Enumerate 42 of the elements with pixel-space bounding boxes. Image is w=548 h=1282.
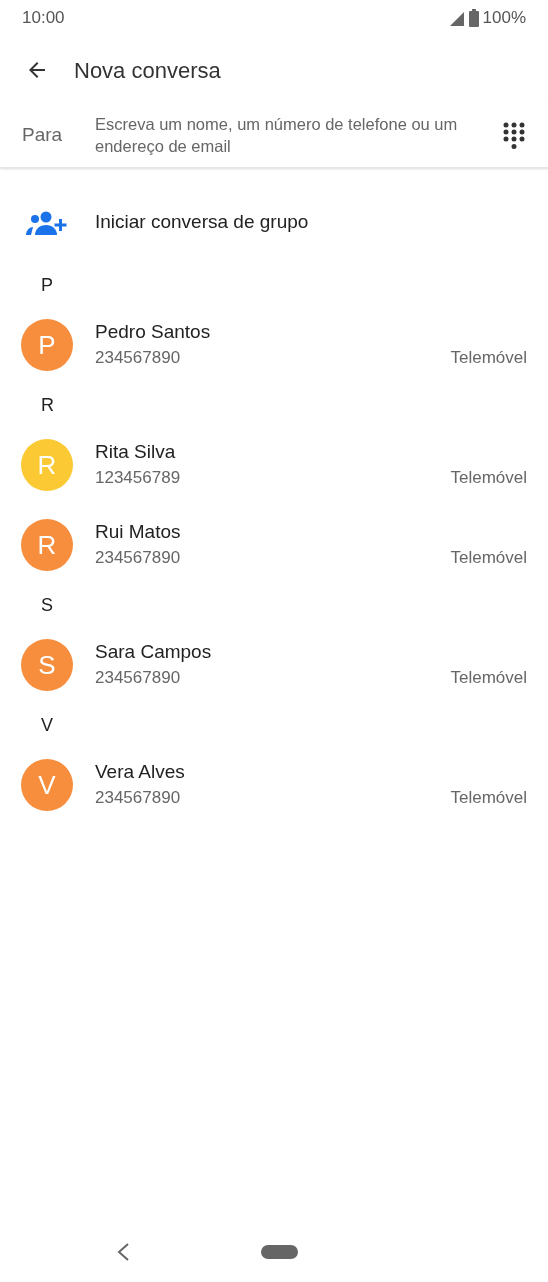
home-pill[interactable] bbox=[261, 1245, 298, 1259]
contact-number: 234567890 bbox=[95, 667, 181, 689]
to-label: Para bbox=[22, 123, 64, 148]
contact-name: Sara Campos bbox=[95, 640, 213, 664]
number-type: Telemóvel bbox=[450, 787, 527, 809]
dialpad-icon bbox=[503, 121, 525, 150]
group-conversation-item[interactable]: Iniciar conversa de grupo bbox=[0, 168, 548, 265]
number-type: Telemóvel bbox=[450, 347, 527, 369]
contact-item[interactable]: R Rita Silva 123456789 Telemóvel bbox=[0, 425, 548, 505]
add-group-icon bbox=[26, 210, 68, 235]
section-letter: S bbox=[41, 593, 53, 617]
contact-number: 234567890 bbox=[95, 787, 181, 809]
battery-icon bbox=[468, 9, 479, 27]
contact-name: Vera Alves bbox=[95, 760, 186, 784]
contact-name: Rui Matos bbox=[95, 520, 182, 544]
screen-title: Nova conversa bbox=[74, 56, 221, 85]
contact-item[interactable]: S Sara Campos 234567890 Telemóvel bbox=[0, 625, 548, 705]
contact-avatar: V bbox=[21, 759, 73, 811]
contact-name: Pedro Santos bbox=[95, 320, 212, 344]
status-time: 10:00 bbox=[22, 7, 65, 30]
section-letter: R bbox=[41, 393, 54, 417]
contact-item[interactable]: R Rui Matos 234567890 Telemóvel bbox=[0, 505, 548, 585]
number-type: Telemóvel bbox=[450, 467, 527, 489]
recipient-field[interactable]: Escreva um nome, um número de telefone ou um endereço de email bbox=[95, 112, 488, 159]
group-conversation-label: Iniciar conversa de grupo bbox=[95, 210, 309, 235]
contact-item[interactable]: P Pedro Santos 234567890 Telemóvel bbox=[0, 305, 548, 385]
contact-number: 234567890 bbox=[95, 547, 181, 569]
section-letter: V bbox=[41, 713, 53, 737]
contact-item[interactable]: V Vera Alves 234567890 Telemóvel bbox=[0, 745, 548, 825]
number-type: Telemóvel bbox=[450, 547, 527, 569]
contact-name: Rita Silva bbox=[95, 440, 177, 464]
contact-avatar: R bbox=[21, 439, 73, 491]
section-letter: P bbox=[41, 273, 53, 297]
nav-back-icon[interactable] bbox=[116, 1242, 130, 1262]
contact-number: 123456789 bbox=[95, 467, 181, 489]
battery-level: 100% bbox=[482, 7, 526, 30]
contact-avatar: P bbox=[21, 319, 73, 371]
contact-number: 234567890 bbox=[95, 347, 181, 369]
contact-avatar: S bbox=[21, 639, 73, 691]
number-type: Telemóvel bbox=[450, 667, 527, 689]
contact-avatar: R bbox=[21, 519, 73, 571]
signal-icon bbox=[448, 10, 465, 26]
